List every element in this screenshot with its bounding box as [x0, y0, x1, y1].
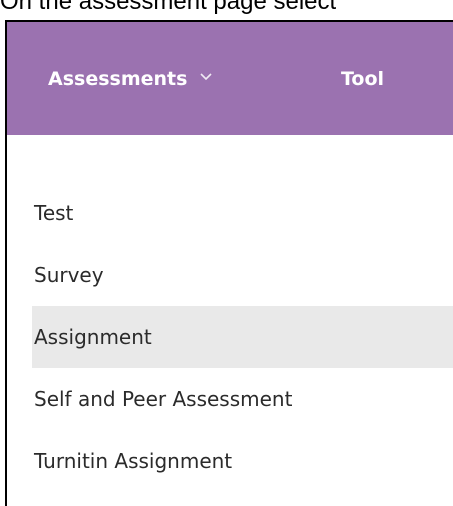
assessments-menu-button[interactable]: Assessments: [48, 22, 213, 135]
tools-label: Tool: [341, 67, 385, 90]
menu-item-label: Survey: [34, 263, 104, 287]
tools-menu-button[interactable]: Tool: [341, 22, 384, 135]
menu-item-label: Self and Peer Assessment: [34, 387, 293, 411]
menu-item-assignment[interactable]: Assignment: [32, 306, 453, 368]
menu-item-label: Assignment: [34, 325, 152, 349]
menu-item-survey[interactable]: Survey: [7, 244, 453, 306]
menu-item-label: Turnitin Assignment: [34, 449, 233, 473]
screenshot-frame: Assessments Tool Test Survey Assignment …: [5, 20, 453, 506]
course-navbar: Assessments Tool: [7, 22, 453, 135]
assessments-dropdown-menu: Test Survey Assignment Self and Peer Ass…: [7, 182, 453, 492]
menu-item-test[interactable]: Test: [7, 182, 453, 244]
menu-item-self-and-peer-assessment[interactable]: Self and Peer Assessment: [7, 368, 453, 430]
menu-item-turnitin-assignment[interactable]: Turnitin Assignment: [7, 430, 453, 492]
assessments-label: Assessments: [48, 67, 188, 90]
instruction-caption: On the assessment page select: [0, 0, 337, 15]
chevron-down-icon: [200, 72, 213, 80]
menu-item-label: Test: [34, 201, 74, 225]
